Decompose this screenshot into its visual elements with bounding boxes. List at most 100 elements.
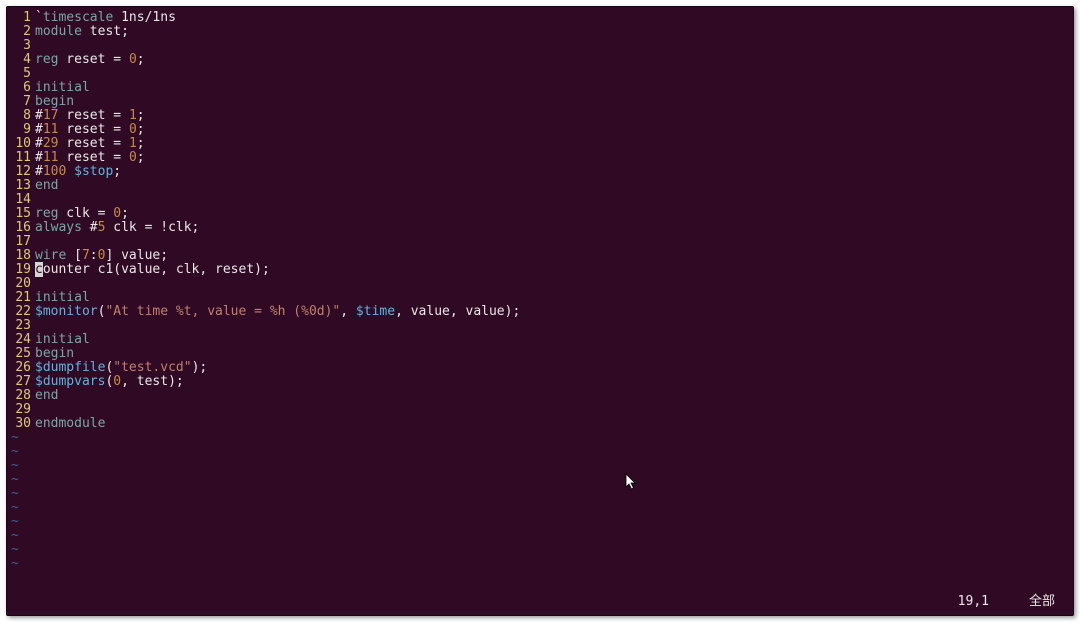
token-plain: reset = <box>58 150 128 165</box>
empty-line-tilde: ~ <box>7 501 1073 515</box>
code-line[interactable]: 2module test; <box>7 25 1073 39</box>
code-text[interactable]: $dumpfile("test.vcd"); <box>35 361 1073 375</box>
code-text[interactable] <box>35 403 1073 417</box>
code-line[interactable]: 15reg clk = 0; <box>7 207 1073 221</box>
code-line[interactable]: 7begin <box>7 95 1073 109</box>
line-number: 2 <box>7 25 35 39</box>
code-text[interactable] <box>35 235 1073 249</box>
code-line[interactable]: 9#11 reset = 0; <box>7 123 1073 137</box>
token-plain: ; <box>137 150 145 165</box>
code-line[interactable]: 30endmodule <box>7 417 1073 431</box>
code-text[interactable] <box>35 39 1073 53</box>
code-line[interactable]: 1`timescale 1ns/1ns <box>7 11 1073 25</box>
code-text[interactable]: #11 reset = 0; <box>35 151 1073 165</box>
code-text[interactable]: end <box>35 389 1073 403</box>
line-number: 12 <box>7 165 35 179</box>
token-plain: ; <box>121 206 129 221</box>
code-text[interactable]: #17 reset = 1; <box>35 109 1073 123</box>
code-line[interactable]: 17 <box>7 235 1073 249</box>
code-text[interactable]: initial <box>35 333 1073 347</box>
vim-status-bar: 19,1 全部 <box>7 595 1065 611</box>
empty-line-tilde: ~ <box>7 459 1073 473</box>
code-line[interactable]: 14 <box>7 193 1073 207</box>
code-line[interactable]: 4reg reset = 0; <box>7 53 1073 67</box>
line-number: 8 <box>7 109 35 123</box>
line-number: 16 <box>7 221 35 235</box>
code-text[interactable]: #100 $stop; <box>35 165 1073 179</box>
code-text[interactable] <box>35 319 1073 333</box>
token-kw: end <box>35 178 58 193</box>
line-number: 22 <box>7 305 35 319</box>
empty-line-tilde: ~ <box>7 557 1073 571</box>
code-text[interactable]: $dumpvars(0, test); <box>35 375 1073 389</box>
code-text[interactable]: module test; <box>35 25 1073 39</box>
line-number: 27 <box>7 375 35 389</box>
code-line[interactable]: 18wire [7:0] value; <box>7 249 1073 263</box>
token-num: 7 <box>82 248 90 263</box>
code-text[interactable]: $monitor("At time %t, value = %h (%0d)",… <box>35 305 1073 319</box>
code-text[interactable]: initial <box>35 81 1073 95</box>
line-number: 23 <box>7 319 35 333</box>
code-text[interactable]: counter c1(value, clk, reset); <box>35 263 1073 277</box>
code-line[interactable]: 12#100 $stop; <box>7 165 1073 179</box>
code-line[interactable]: 24initial <box>7 333 1073 347</box>
vim-terminal[interactable]: 1`timescale 1ns/1ns2module test;34reg re… <box>6 6 1074 616</box>
code-text[interactable]: always #5 clk = !clk; <box>35 221 1073 235</box>
code-text[interactable]: initial <box>35 291 1073 305</box>
code-line[interactable]: 19counter c1(value, clk, reset); <box>7 263 1073 277</box>
token-num: 17 <box>43 108 59 123</box>
code-line[interactable]: 16always #5 clk = !clk; <box>7 221 1073 235</box>
token-plain: , value, value); <box>395 304 520 319</box>
token-num: 11 <box>43 150 59 165</box>
text-cursor: c <box>35 262 43 277</box>
code-line[interactable]: 22$monitor("At time %t, value = %h (%0d)… <box>7 305 1073 319</box>
code-text[interactable] <box>35 67 1073 81</box>
line-number: 1 <box>7 11 35 25</box>
token-plain: reset = <box>58 136 128 151</box>
code-line[interactable]: 6initial <box>7 81 1073 95</box>
token-kw: timescale <box>43 10 113 25</box>
line-number: 21 <box>7 291 35 305</box>
code-line[interactable]: 3 <box>7 39 1073 53</box>
code-text[interactable]: #11 reset = 0; <box>35 123 1073 137</box>
code-text[interactable]: #29 reset = 1; <box>35 137 1073 151</box>
code-line[interactable]: 11#11 reset = 0; <box>7 151 1073 165</box>
code-text[interactable]: reg clk = 0; <box>35 207 1073 221</box>
code-line[interactable]: 10#29 reset = 1; <box>7 137 1073 151</box>
code-text[interactable] <box>35 193 1073 207</box>
code-area[interactable]: 1`timescale 1ns/1ns2module test;34reg re… <box>7 11 1073 595</box>
token-str: "At time %t, value = %h (%0d)" <box>105 304 340 319</box>
line-number: 25 <box>7 347 35 361</box>
code-line[interactable]: 13end <box>7 179 1073 193</box>
code-text[interactable]: reg reset = 0; <box>35 53 1073 67</box>
code-line[interactable]: 5 <box>7 67 1073 81</box>
token-num: 0 <box>113 374 121 389</box>
code-text[interactable] <box>35 277 1073 291</box>
token-plain: clk = <box>58 206 113 221</box>
token-plain: , test); <box>121 374 184 389</box>
code-line[interactable]: 28end <box>7 389 1073 403</box>
code-text[interactable]: begin <box>35 347 1073 361</box>
code-text[interactable]: end <box>35 179 1073 193</box>
code-line[interactable]: 20 <box>7 277 1073 291</box>
token-plain: ; <box>137 122 145 137</box>
token-num: 0 <box>129 122 137 137</box>
code-text[interactable]: `timescale 1ns/1ns <box>35 11 1073 25</box>
code-text[interactable]: endmodule <box>35 417 1073 431</box>
code-line[interactable]: 29 <box>7 403 1073 417</box>
code-text[interactable]: wire [7:0] value; <box>35 249 1073 263</box>
code-line[interactable]: 8#17 reset = 1; <box>7 109 1073 123</box>
code-line[interactable]: 23 <box>7 319 1073 333</box>
token-kw: endmodule <box>35 416 105 431</box>
token-plain: ; <box>113 164 121 179</box>
token-plain: ` <box>35 10 43 25</box>
code-line[interactable]: 27$dumpvars(0, test); <box>7 375 1073 389</box>
empty-line-tilde: ~ <box>7 487 1073 501</box>
code-line[interactable]: 25begin <box>7 347 1073 361</box>
line-number: 10 <box>7 137 35 151</box>
code-text[interactable]: begin <box>35 95 1073 109</box>
code-line[interactable]: 26$dumpfile("test.vcd"); <box>7 361 1073 375</box>
line-number: 26 <box>7 361 35 375</box>
code-line[interactable]: 21initial <box>7 291 1073 305</box>
token-kw: reg <box>35 52 58 67</box>
